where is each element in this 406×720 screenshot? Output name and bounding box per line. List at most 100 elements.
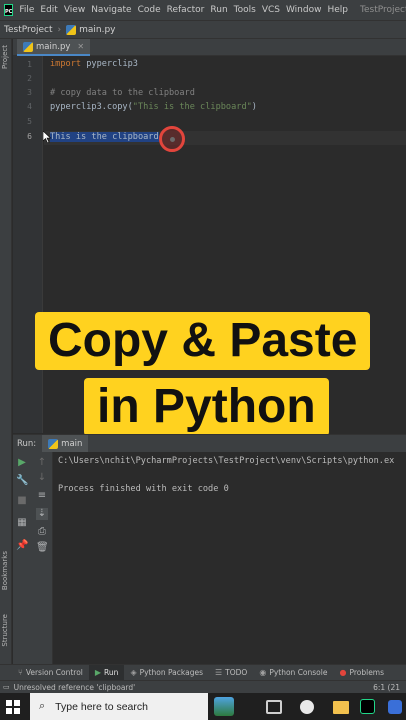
- python-file-icon: [66, 24, 77, 35]
- run-tab-main[interactable]: main: [42, 434, 89, 453]
- selected-pasted-text: This is the clipboard: [50, 132, 159, 142]
- breadcrumb-project[interactable]: TestProject: [4, 25, 53, 35]
- tool-run[interactable]: ▶ Run: [88, 665, 125, 680]
- windows-taskbar: ⌕ Type here to search: [0, 693, 406, 720]
- run-panel-header: Run: main: [13, 434, 406, 453]
- todo-list-icon: ☰: [214, 668, 223, 677]
- caption-line-1: Copy & Paste: [35, 312, 371, 370]
- structure-tool-button[interactable]: Structure: [1, 614, 9, 647]
- line-number: 6: [27, 132, 32, 141]
- breadcrumb-file[interactable]: main.py: [79, 25, 115, 35]
- chrome-icon[interactable]: [300, 700, 314, 714]
- closing-paren: ): [251, 102, 257, 112]
- task-view-icon[interactable]: [266, 700, 282, 714]
- tool-python-packages[interactable]: ◈ Python Packages: [124, 665, 209, 680]
- code-line-1: import pyperclip3: [50, 59, 138, 69]
- menu-code[interactable]: Code: [138, 5, 161, 15]
- tool-problems-label: Problems: [349, 668, 385, 677]
- problems-icon: ●: [339, 668, 347, 677]
- run-toolbar: ▶ 🔧 ■ ▦ 📌: [13, 452, 31, 664]
- bookmarks-tool-button[interactable]: Bookmarks: [1, 551, 9, 590]
- menu-tools[interactable]: Tools: [234, 5, 256, 15]
- python-file-icon: [23, 41, 33, 52]
- run-tab-label: main: [61, 438, 83, 449]
- weather-widget-icon[interactable]: [214, 697, 234, 716]
- left-tool-strip: Project Bookmarks Structure: [0, 39, 12, 664]
- close-icon[interactable]: ✕: [77, 42, 84, 51]
- tool-todo-label: TODO: [225, 668, 248, 677]
- stop-icon[interactable]: ■: [16, 495, 28, 507]
- tab-main-py[interactable]: main.py ✕: [17, 39, 91, 56]
- arrow-up-icon[interactable]: ↑: [36, 457, 48, 469]
- console-exit-message: Process finished with exit code 0: [58, 484, 229, 494]
- arrow-down-icon[interactable]: ↓: [36, 472, 48, 484]
- run-icon: ▶: [94, 668, 102, 677]
- pycharm-taskbar-icon[interactable]: [360, 699, 375, 714]
- video-caption: Copy & Paste in Python: [35, 312, 391, 442]
- print-icon[interactable]: ⎙: [36, 526, 48, 538]
- window-title: TestProject - ma: [360, 5, 406, 15]
- app-taskbar-icon[interactable]: [388, 700, 402, 714]
- wrench-icon[interactable]: 🔧: [16, 475, 28, 487]
- tool-python-console[interactable]: ◉ Python Console: [253, 665, 333, 680]
- breadcrumb: TestProject › main.py: [0, 20, 406, 39]
- menu-refactor[interactable]: Refactor: [167, 5, 205, 15]
- python-console-icon: ◉: [259, 668, 267, 677]
- run-label: Run:: [17, 438, 37, 449]
- file-explorer-icon[interactable]: [333, 701, 349, 714]
- caption-line-2: in Python: [84, 378, 329, 436]
- tool-python-packages-label: Python Packages: [139, 668, 203, 677]
- windows-start-icon[interactable]: [6, 700, 20, 714]
- code-line-3: # copy data to the clipboard: [50, 88, 195, 98]
- menu-help[interactable]: Help: [327, 5, 348, 15]
- pycharm-logo-icon: PC: [4, 4, 14, 16]
- taskbar-search-box[interactable]: ⌕ Type here to search: [30, 693, 208, 720]
- menu-run[interactable]: Run: [210, 5, 227, 15]
- menu-navigate[interactable]: Navigate: [91, 5, 131, 15]
- project-tool-button[interactable]: Project: [1, 45, 9, 69]
- line-number: 1: [27, 60, 32, 69]
- tool-window-bar: ⑂ Version Control ▶ Run ◈ Python Packages ☰…: [0, 664, 406, 680]
- scroll-to-end-icon[interactable]: ⇣: [36, 508, 48, 520]
- menu-bar: PC File Edit View Navigate Code Refactor…: [0, 0, 406, 20]
- status-layout-icon[interactable]: ▭: [3, 683, 10, 691]
- function-call: pyperclip3.copy(: [50, 102, 133, 112]
- console-toolbar: ↑ ↓ ≡ ⇣ ⎙ 🗑: [31, 452, 53, 664]
- keyword-import: import: [50, 59, 82, 69]
- menu-vcs[interactable]: VCS: [262, 5, 280, 15]
- editor-tab-bar: main.py ✕: [13, 39, 406, 56]
- layout-icon[interactable]: ▦: [16, 517, 28, 529]
- code-line-6: This is the clipboard: [50, 132, 159, 142]
- search-icon: ⌕: [39, 700, 46, 712]
- menu-file[interactable]: File: [19, 5, 34, 15]
- tool-todo[interactable]: ☰ TODO: [209, 665, 253, 680]
- mouse-pointer-icon: [43, 131, 51, 143]
- trash-icon[interactable]: 🗑: [36, 542, 49, 554]
- status-bar: ▭ Unresolved reference 'clipboard' 6:1 (…: [0, 680, 406, 693]
- soft-wrap-icon[interactable]: ≡: [36, 490, 48, 502]
- breadcrumb-separator-icon: ›: [57, 24, 62, 35]
- string-literal: "This is the clipboard": [132, 102, 252, 112]
- python-file-icon: [48, 438, 59, 449]
- rerun-icon[interactable]: ▶: [16, 457, 28, 469]
- code-line-4: pyperclip3.copy("This is the clipboard"): [50, 102, 257, 112]
- pin-icon[interactable]: 📌: [16, 540, 28, 552]
- packages-icon: ◈: [130, 668, 137, 677]
- tab-label: main.py: [36, 41, 71, 52]
- menu-view[interactable]: View: [64, 5, 85, 15]
- menu-window[interactable]: Window: [286, 5, 322, 15]
- click-indicator-icon: [159, 126, 185, 152]
- line-number: 4: [27, 102, 32, 111]
- tool-version-control-label: Version Control: [25, 668, 83, 677]
- tool-version-control[interactable]: ⑂ Version Control: [0, 665, 89, 680]
- line-number: 5: [27, 117, 32, 126]
- console-command-line: C:\Users\nchit\PycharmProjects\TestProje…: [58, 456, 395, 466]
- tool-run-label: Run: [104, 668, 119, 677]
- taskbar-search-placeholder: Type here to search: [55, 700, 148, 713]
- cursor-position[interactable]: 6:1 (21: [373, 683, 400, 692]
- menu-edit[interactable]: Edit: [40, 5, 57, 15]
- tool-problems[interactable]: ● Problems: [333, 665, 390, 680]
- status-message: Unresolved reference 'clipboard': [13, 682, 136, 692]
- branch-icon: ⑂: [18, 668, 23, 677]
- line-number: 3: [27, 88, 32, 97]
